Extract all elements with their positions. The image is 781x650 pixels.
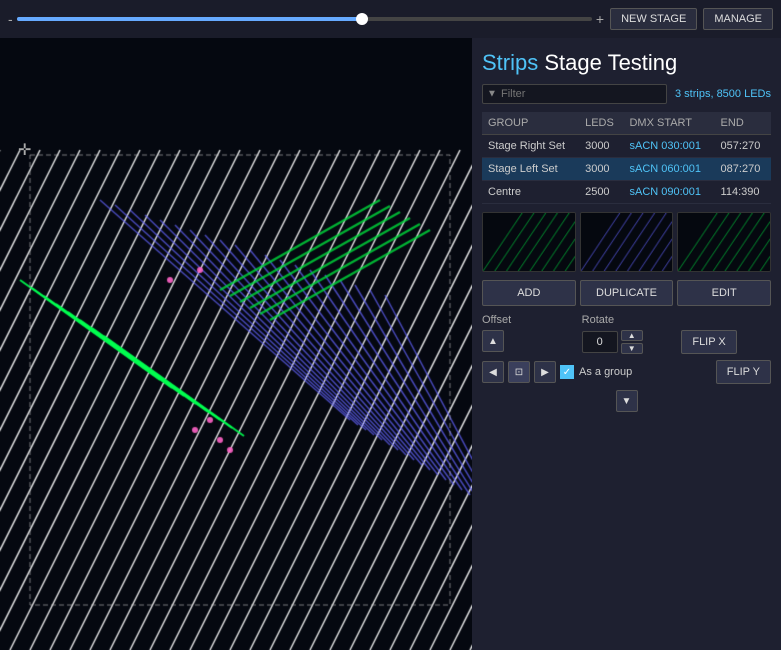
col-group: GROUP bbox=[482, 112, 579, 135]
action-buttons: ADD DUPLICATE EDIT bbox=[482, 280, 771, 306]
checkmark-icon: ✓ bbox=[563, 367, 571, 378]
offset-controls: ▲ bbox=[482, 330, 572, 352]
stage-canvas[interactable] bbox=[0, 0, 472, 650]
as-group-checkbox[interactable]: ✓ bbox=[560, 365, 574, 379]
cell-end: 087:270 bbox=[715, 158, 771, 181]
manage-button[interactable]: MANAGE bbox=[703, 8, 773, 30]
top-bar: - + NEW STAGE MANAGE bbox=[0, 0, 781, 38]
new-stage-button[interactable]: NEW STAGE bbox=[610, 8, 697, 30]
stage-visualization[interactable]: ✛ bbox=[0, 0, 472, 650]
zoom-track bbox=[17, 17, 362, 21]
add-button[interactable]: ADD bbox=[482, 280, 576, 306]
offset-nav-row: ◀ ⊡ ▶ ✓ As a group FLIP Y bbox=[482, 360, 771, 384]
offset-label: Offset bbox=[482, 314, 572, 326]
rotate-up-btn[interactable]: ▲ bbox=[621, 330, 643, 341]
table-row[interactable]: Stage Right Set 3000 sACN 030:001 057:27… bbox=[482, 135, 771, 158]
cell-leds: 2500 bbox=[579, 181, 623, 204]
thumbnail-3[interactable] bbox=[677, 212, 771, 272]
offset-group: Offset ▲ bbox=[482, 314, 572, 354]
cell-end: 057:270 bbox=[715, 135, 771, 158]
rotate-group: Rotate ▲ ▼ bbox=[582, 314, 672, 354]
cell-dmx-start: sACN 090:001 bbox=[623, 181, 714, 204]
offset-down-btn[interactable]: ▼ bbox=[616, 390, 638, 412]
filter-row: ▼ 3 strips, 8500 LEDs bbox=[482, 84, 771, 104]
duplicate-button[interactable]: DUPLICATE bbox=[580, 280, 674, 306]
zoom-thumb[interactable] bbox=[356, 13, 368, 25]
offset-down-container: ▼ bbox=[482, 390, 771, 412]
offset-right-btn[interactable]: ▶ bbox=[534, 361, 556, 383]
controls-section: Offset ▲ Rotate ▲ ▼ FLIP X bbox=[482, 314, 771, 354]
filter-icon: ▼ bbox=[487, 89, 497, 100]
rotate-controls: ▲ ▼ bbox=[582, 330, 672, 354]
offset-left-btn[interactable]: ◀ bbox=[482, 361, 504, 383]
table-row[interactable]: Stage Left Set 3000 sACN 060:001 087:270 bbox=[482, 158, 771, 181]
cell-group: Stage Right Set bbox=[482, 135, 579, 158]
title-strips: Strips bbox=[482, 50, 538, 75]
filter-input[interactable] bbox=[482, 84, 667, 104]
col-end: END bbox=[715, 112, 771, 135]
rotate-label: Rotate bbox=[582, 314, 672, 326]
table-body: Stage Right Set 3000 sACN 030:001 057:27… bbox=[482, 135, 771, 204]
cell-dmx-start: sACN 060:001 bbox=[623, 158, 714, 181]
rotate-input[interactable] bbox=[582, 331, 618, 353]
sacn-link[interactable]: sACN 030:001 bbox=[629, 140, 701, 152]
table-header-row: GROUP LEDS DMX START END bbox=[482, 112, 771, 135]
stage-title: Strips Stage Testing bbox=[482, 50, 771, 76]
cell-group: Centre bbox=[482, 181, 579, 204]
flip-x-group: FLIP X bbox=[681, 314, 771, 354]
move-icon: ✛ bbox=[18, 140, 31, 160]
cell-group: Stage Left Set bbox=[482, 158, 579, 181]
thumbnail-1[interactable] bbox=[482, 212, 576, 272]
thumbnail-row bbox=[482, 212, 771, 272]
right-panel: Strips Stage Testing ▼ 3 strips, 8500 LE… bbox=[472, 0, 781, 650]
cell-dmx-start: sACN 030:001 bbox=[623, 135, 714, 158]
cell-end: 114:390 bbox=[715, 181, 771, 204]
filter-wrap: ▼ bbox=[482, 84, 667, 104]
title-rest: Stage Testing bbox=[538, 50, 677, 75]
col-leds: LEDS bbox=[579, 112, 623, 135]
table-row[interactable]: Centre 2500 sACN 090:001 114:390 bbox=[482, 181, 771, 204]
rotate-arrows: ▲ ▼ bbox=[621, 330, 643, 354]
rotate-down-btn[interactable]: ▼ bbox=[621, 343, 643, 354]
right-content: Strips Stage Testing ▼ 3 strips, 8500 LE… bbox=[472, 38, 781, 650]
zoom-minus-btn[interactable]: - bbox=[8, 11, 13, 27]
as-group-container: ✓ As a group bbox=[560, 365, 712, 379]
col-dmx-start: DMX START bbox=[623, 112, 714, 135]
cell-leds: 3000 bbox=[579, 135, 623, 158]
strips-count: 3 strips, 8500 LEDs bbox=[675, 88, 771, 100]
offset-up-btn[interactable]: ▲ bbox=[482, 330, 504, 352]
cell-leds: 3000 bbox=[579, 158, 623, 181]
zoom-plus-btn[interactable]: + bbox=[596, 11, 604, 27]
sacn-link[interactable]: sACN 090:001 bbox=[629, 186, 701, 198]
flip-x-button[interactable]: FLIP X bbox=[681, 330, 736, 354]
flip-y-button[interactable]: FLIP Y bbox=[716, 360, 771, 384]
zoom-control: - + bbox=[8, 11, 604, 27]
thumbnail-2[interactable] bbox=[580, 212, 674, 272]
edit-button[interactable]: EDIT bbox=[677, 280, 771, 306]
sacn-link[interactable]: sACN 060:001 bbox=[629, 163, 701, 175]
strips-table: GROUP LEDS DMX START END Stage Right Set… bbox=[482, 112, 771, 204]
as-group-label: As a group bbox=[579, 366, 632, 378]
offset-center-btn[interactable]: ⊡ bbox=[508, 361, 530, 383]
zoom-slider[interactable] bbox=[17, 17, 592, 21]
